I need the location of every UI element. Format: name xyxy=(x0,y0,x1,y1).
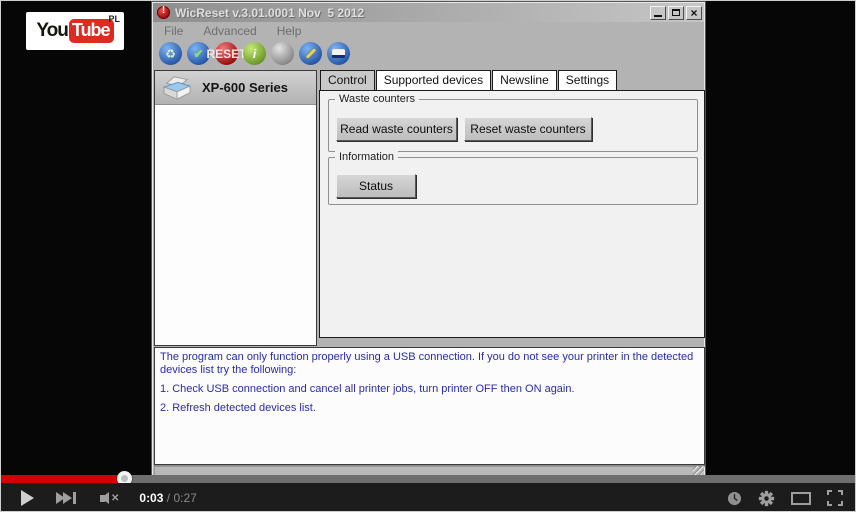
current-time: 0:03 xyxy=(139,491,163,505)
read-waste-counters-button[interactable]: Read waste counters xyxy=(336,117,457,141)
notice-line-2: 1. Check USB connection and cancel all p… xyxy=(160,383,699,396)
main-area: XP-600 Series Control Supported devices … xyxy=(154,68,705,346)
reset-icon[interactable]: RESET xyxy=(215,42,238,65)
fullscreen-icon xyxy=(827,490,843,506)
youtube-logo-you: You xyxy=(36,20,67,42)
device-row-xp600[interactable]: XP-600 Series xyxy=(155,71,316,105)
player-right-controls xyxy=(727,490,856,507)
menu-bar: File Advanced Help xyxy=(153,22,704,39)
tab-panel: Control Supported devices Newsline Setti… xyxy=(319,70,705,340)
video-player-frame: You Tube PL WicReset v.3.01.0001 Nov 5 2… xyxy=(0,0,856,512)
duration: 0:27 xyxy=(173,491,196,505)
refresh-devices-icon[interactable]: ♻ xyxy=(159,42,182,65)
play-button[interactable] xyxy=(1,490,34,506)
print-icon[interactable] xyxy=(327,42,350,65)
tab-newsline[interactable]: Newsline xyxy=(492,70,557,90)
control-tab-content: Waste counters Read waste counters Reset… xyxy=(319,90,705,338)
watch-later-button[interactable] xyxy=(727,491,742,506)
close-button[interactable]: × xyxy=(686,6,702,20)
next-video-button[interactable] xyxy=(56,492,76,504)
tab-supported-devices[interactable]: Supported devices xyxy=(376,70,491,90)
sphere-icon[interactable] xyxy=(271,42,294,65)
clock-icon xyxy=(727,491,742,506)
seek-bar-played xyxy=(1,475,124,483)
play-icon xyxy=(21,490,34,506)
menu-help[interactable]: Help xyxy=(277,24,302,38)
device-name: XP-600 Series xyxy=(202,80,288,95)
tools-icon[interactable] xyxy=(299,42,322,65)
status-button[interactable]: Status xyxy=(336,174,416,198)
youtube-logo[interactable]: You Tube PL xyxy=(26,12,124,50)
menu-file[interactable]: File xyxy=(164,24,183,38)
gear-icon xyxy=(758,490,775,507)
tab-strip: Control Supported devices Newsline Setti… xyxy=(319,70,705,90)
printer-icon xyxy=(160,74,194,102)
detected-devices-list: XP-600 Series xyxy=(154,70,317,346)
info-icon[interactable]: i xyxy=(243,42,266,65)
mute-button[interactable]: ✕ xyxy=(100,492,119,504)
minimize-button[interactable] xyxy=(650,6,666,20)
reset-waste-counters-button[interactable]: Reset waste counters xyxy=(464,117,592,141)
window-title-bar[interactable]: WicReset v.3.01.0001 Nov 5 2012 × xyxy=(153,3,704,22)
theater-mode-button[interactable] xyxy=(791,492,811,505)
usb-notice-panel: The program can only function properly u… xyxy=(154,347,705,465)
window-title: WicReset v.3.01.0001 Nov 5 2012 xyxy=(175,6,648,20)
information-label: Information xyxy=(335,151,398,163)
close-icon: × xyxy=(690,8,697,18)
theater-icon xyxy=(791,492,811,505)
minimize-icon xyxy=(654,15,662,17)
tab-settings[interactable]: Settings xyxy=(558,70,617,90)
information-group: Information Status xyxy=(328,157,698,205)
toolbar: ♻ ✔ RESET i xyxy=(153,39,704,68)
youtube-logo-tube: Tube xyxy=(69,19,114,43)
tab-control[interactable]: Control xyxy=(320,70,375,90)
notice-line-1: The program can only function properly u… xyxy=(160,351,699,377)
waste-counters-group: Waste counters Read waste counters Reset… xyxy=(328,99,698,152)
youtube-region-label: PL xyxy=(108,14,120,24)
fullscreen-button[interactable] xyxy=(827,490,843,506)
menu-advanced[interactable]: Advanced xyxy=(203,24,256,38)
notice-line-3: 2. Refresh detected devices list. xyxy=(160,402,699,415)
settings-button[interactable] xyxy=(758,490,775,507)
player-control-bar: ✕ 0:03 / 0:27 xyxy=(1,483,856,512)
maximize-button[interactable] xyxy=(668,6,684,20)
time-separator: / xyxy=(163,491,173,505)
wicreset-window: WicReset v.3.01.0001 Nov 5 2012 × File A… xyxy=(152,2,705,477)
maximize-icon xyxy=(672,9,680,16)
app-icon xyxy=(157,6,170,19)
time-display: 0:03 / 0:27 xyxy=(139,491,196,505)
waste-counters-label: Waste counters xyxy=(335,93,419,105)
